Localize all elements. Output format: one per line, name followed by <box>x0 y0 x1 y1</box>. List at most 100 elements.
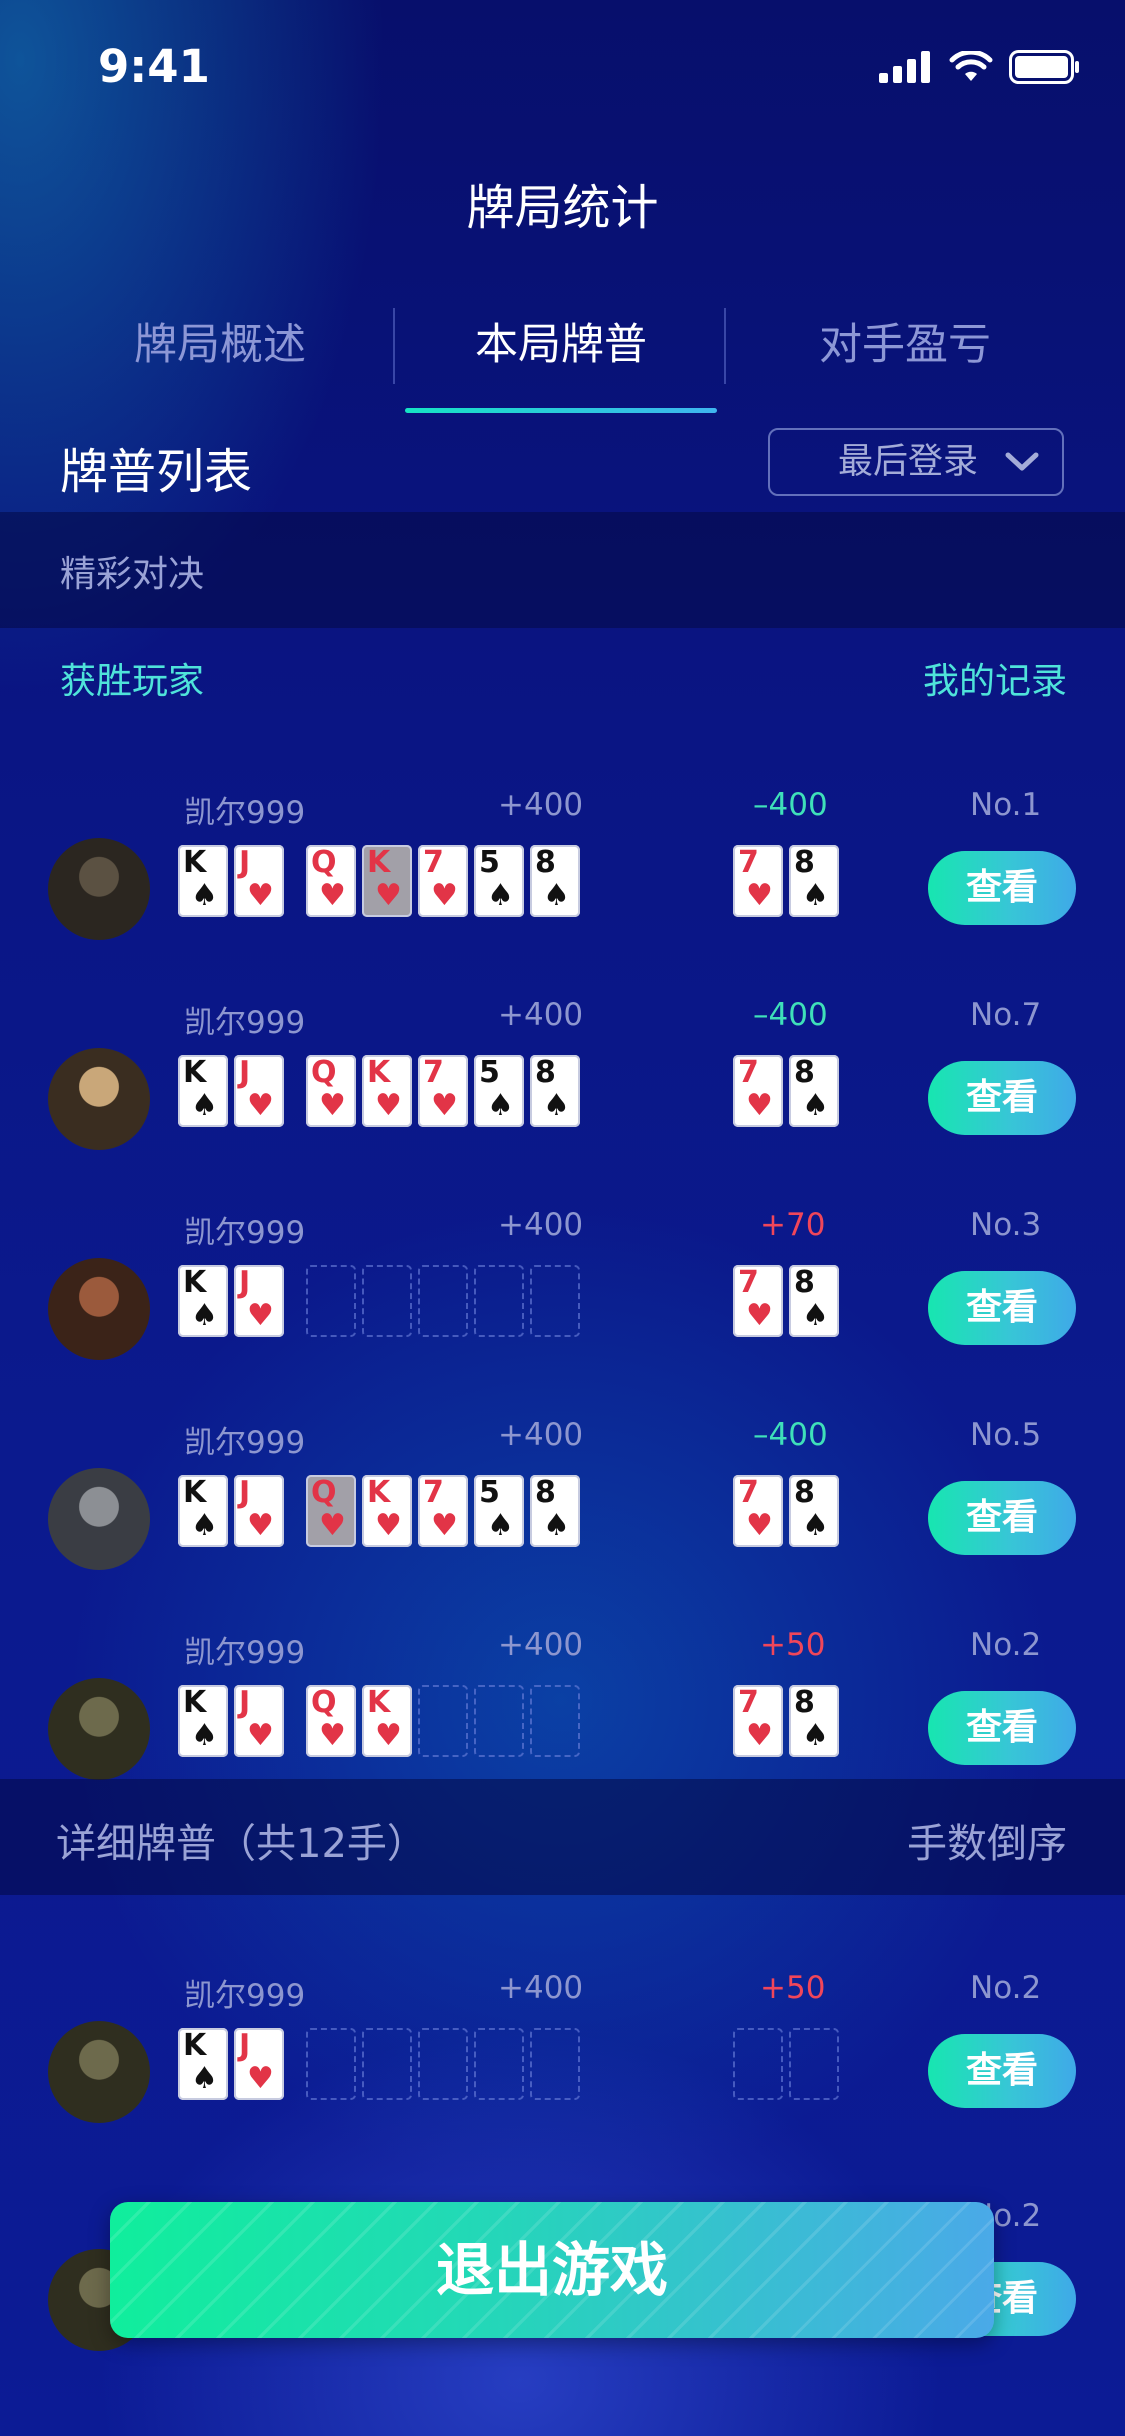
heart-icon: ♥ <box>431 1508 458 1543</box>
avatar <box>48 838 150 940</box>
card-rank: 7 <box>423 845 444 880</box>
heart-icon: ♥ <box>746 1508 773 1543</box>
playing-card: J ♥ <box>234 1685 284 1757</box>
empty-card-slot <box>362 2028 412 2100</box>
card-rank: 8 <box>535 1055 556 1090</box>
heart-icon: ♥ <box>746 878 773 913</box>
tab-opponent-profit[interactable]: 对手盈亏 <box>735 300 1075 390</box>
player-score: +400 <box>498 997 584 1033</box>
wifi-icon <box>949 51 993 81</box>
detail-sort-toggle[interactable]: 手数倒序 <box>907 1811 1067 1869</box>
my-result: +50 <box>760 1970 826 2006</box>
detail-label: 详细牌普（共12手） <box>56 1821 427 1867</box>
my-result: +70 <box>760 1207 826 1243</box>
playing-card: K ♠ <box>178 845 228 917</box>
playing-card: 5 ♠ <box>474 1055 524 1127</box>
playing-card: 7 ♥ <box>733 1055 783 1127</box>
playing-card: Q ♥ <box>306 1685 356 1757</box>
view-button[interactable]: 查看 <box>928 1481 1076 1555</box>
player-name: 凯尔999 <box>184 1005 306 1041</box>
card-rank: 7 <box>738 1685 759 1720</box>
heart-icon: ♥ <box>247 1088 274 1123</box>
view-button[interactable]: 查看 <box>928 1271 1076 1345</box>
active-tab-indicator <box>405 408 717 413</box>
spade-icon: ♠ <box>802 1508 829 1543</box>
playing-card: J ♥ <box>234 1265 284 1337</box>
highlight-label: 精彩对决 <box>60 554 205 595</box>
empty-card-slot <box>530 1685 580 1757</box>
player-name: 凯尔999 <box>184 795 306 831</box>
avatar <box>48 1678 150 1780</box>
signal-icon <box>879 51 930 83</box>
spade-icon: ♠ <box>543 1508 570 1543</box>
heart-icon: ♥ <box>375 1508 402 1543</box>
tab-overview[interactable]: 牌局概述 <box>50 300 390 390</box>
empty-card-slot <box>474 2028 524 2100</box>
spade-icon: ♠ <box>802 1718 829 1753</box>
view-button[interactable]: 查看 <box>928 851 1076 925</box>
playing-card: 7 ♥ <box>418 1055 468 1127</box>
spade-icon: ♠ <box>191 1298 218 1333</box>
playing-card: 7 ♥ <box>733 1475 783 1547</box>
playing-card: J ♥ <box>234 1055 284 1127</box>
card-rank: K <box>183 845 207 880</box>
empty-card-slot <box>474 1685 524 1757</box>
card-rank: K <box>183 1685 207 1720</box>
playing-card: K ♠ <box>178 2028 228 2100</box>
card-rank: K <box>367 845 391 880</box>
player-score: +400 <box>498 1417 584 1453</box>
playing-card: 7 ♥ <box>733 1685 783 1757</box>
spade-icon: ♠ <box>802 1298 829 1333</box>
empty-card-slot <box>306 2028 356 2100</box>
playing-card: J ♥ <box>234 1475 284 1547</box>
empty-card-slot <box>474 1265 524 1337</box>
hand-rank: No.3 <box>970 1207 1042 1243</box>
empty-card-slot <box>530 1265 580 1337</box>
playing-card: 8 ♠ <box>789 1055 839 1127</box>
spade-icon: ♠ <box>191 2061 218 2096</box>
empty-card-slot <box>530 2028 580 2100</box>
card-rank: Q <box>311 845 337 880</box>
winner-column-label: 获胜玩家 <box>60 661 205 702</box>
status-icons <box>879 50 1081 84</box>
card-rank: 5 <box>479 845 500 880</box>
player-score: +400 <box>498 1627 584 1663</box>
card-rank: 7 <box>423 1475 444 1510</box>
card-rank: 8 <box>794 1055 815 1090</box>
spade-icon: ♠ <box>487 878 514 913</box>
tab-hand-history[interactable]: 本局牌普 <box>391 300 731 390</box>
view-button[interactable]: 查看 <box>928 1691 1076 1765</box>
card-rank: J <box>239 1055 251 1090</box>
card-rank: 7 <box>738 1475 759 1510</box>
view-button[interactable]: 查看 <box>928 2034 1076 2108</box>
card-rank: J <box>239 1265 251 1300</box>
card-rank: Q <box>311 1475 337 1510</box>
hand-rank: No.5 <box>970 1417 1042 1453</box>
my-result: –400 <box>753 997 828 1033</box>
exit-game-button[interactable]: 退出游戏 <box>110 2202 994 2338</box>
page-title: 牌局统计 <box>466 180 659 236</box>
playing-card: K ♥ <box>362 1475 412 1547</box>
table-row: 凯尔999 +400 +50 No.2 K ♠ J ♥ 查看 <box>0 1958 1125 2168</box>
card-rank: 8 <box>794 1685 815 1720</box>
spade-icon: ♠ <box>191 1088 218 1123</box>
battery-icon <box>1009 50 1079 84</box>
card-rank: K <box>367 1055 391 1090</box>
sort-dropdown[interactable]: 最后登录 <box>768 428 1064 496</box>
playing-card: Q ♥ <box>306 1475 356 1547</box>
empty-card-slot <box>418 2028 468 2100</box>
status-time: 9:41 <box>98 40 210 93</box>
playing-card: 5 ♠ <box>474 1475 524 1547</box>
heart-icon: ♥ <box>431 1088 458 1123</box>
hand-rank: No.7 <box>970 997 1042 1033</box>
card-rank: 7 <box>423 1055 444 1090</box>
spade-icon: ♠ <box>543 1088 570 1123</box>
view-button[interactable]: 查看 <box>928 1061 1076 1135</box>
hand-rank: No.2 <box>970 1970 1042 2006</box>
avatar <box>48 1258 150 1360</box>
detail-band: 详细牌普（共12手） 手数倒序 <box>0 1779 1125 1895</box>
card-rank: K <box>183 1055 207 1090</box>
heart-icon: ♥ <box>319 878 346 913</box>
card-rank: 8 <box>794 845 815 880</box>
heart-icon: ♥ <box>375 1718 402 1753</box>
